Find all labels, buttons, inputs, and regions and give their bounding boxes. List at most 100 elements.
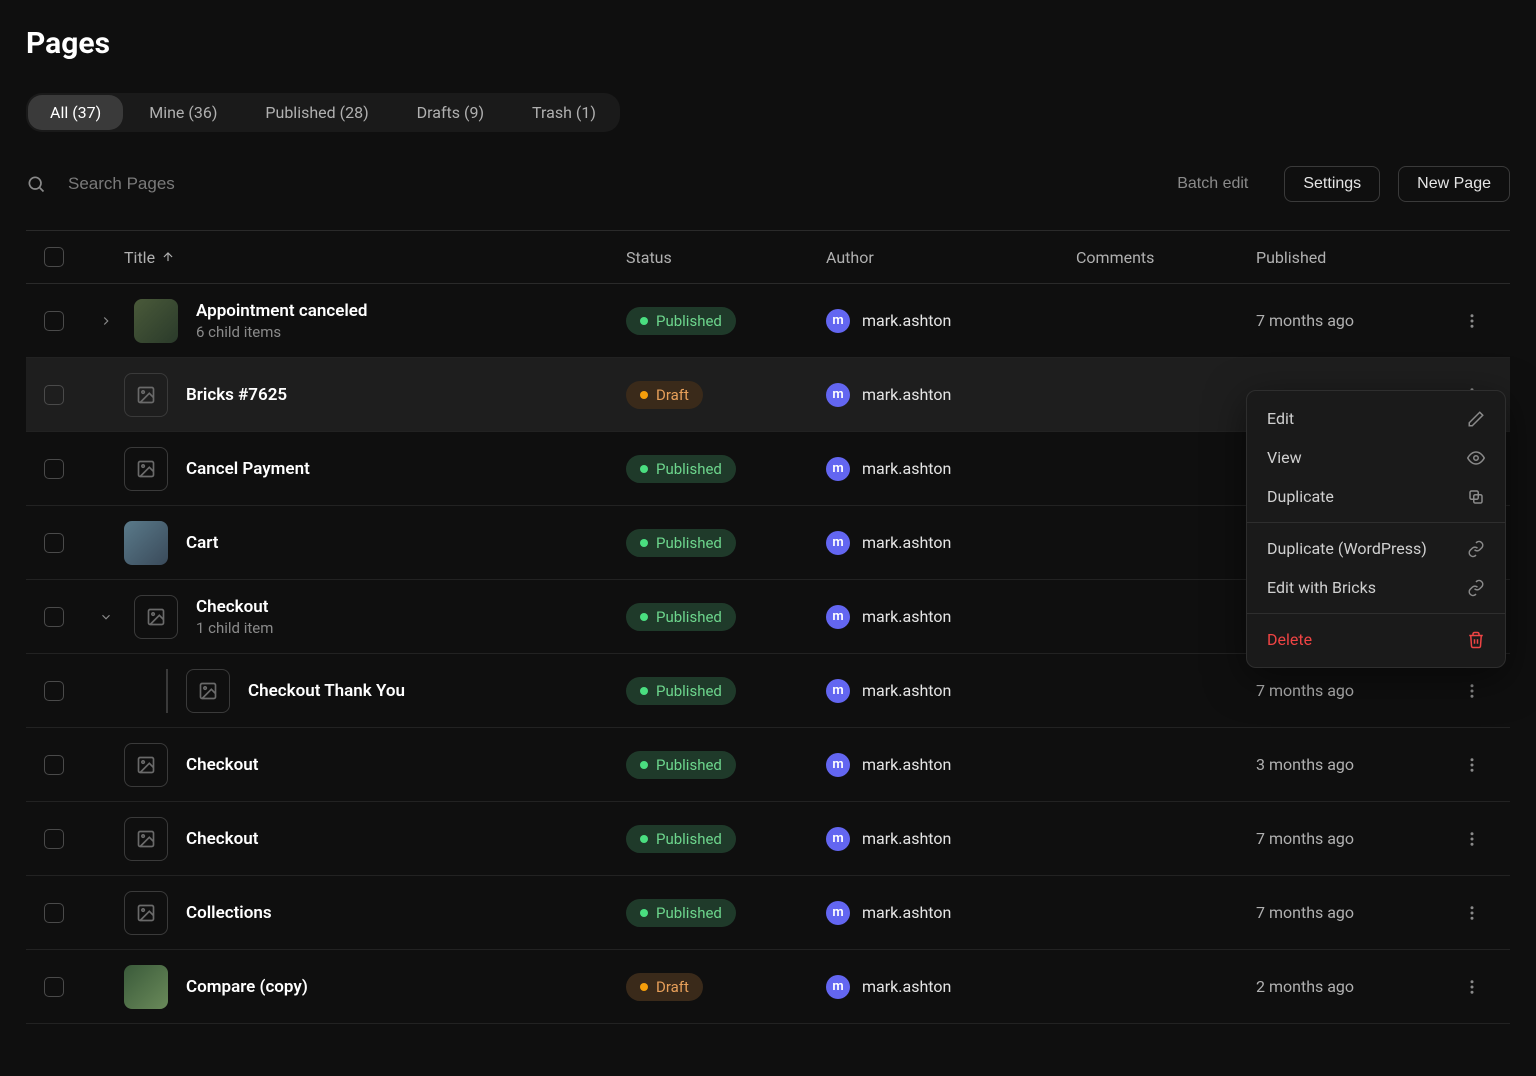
title-cell: Appointment canceled6 child items [86,299,626,343]
row-title: Checkout [186,829,258,849]
author-cell: mmark.ashton [826,679,1076,703]
col-comments[interactable]: Comments [1076,248,1256,267]
image-placeholder-icon [124,447,168,491]
title-cell: Checkout Thank You [86,669,626,713]
author-cell: mmark.ashton [826,753,1076,777]
status-badge: Published [626,529,736,557]
toolbar: Batch edit Settings New Page [26,166,1510,202]
trash-icon [1467,631,1485,649]
batch-edit-button[interactable]: Batch edit [1159,167,1266,201]
menu-edit-bricks[interactable]: Edit with Bricks [1247,568,1505,607]
page-thumbnail [124,521,168,565]
expand-toggle[interactable] [96,311,116,331]
row-checkbox[interactable] [44,311,64,331]
author-name: mark.ashton [862,459,951,478]
row-checkbox[interactable] [44,459,64,479]
menu-duplicate[interactable]: Duplicate [1247,477,1505,516]
published-cell: 7 months ago [1256,903,1456,922]
row-subtitle: 1 child item [196,619,273,637]
status-label: Draft [656,386,689,404]
status-dot-icon [640,465,648,473]
col-author[interactable]: Author [826,248,1076,267]
link-icon [1467,579,1485,597]
author-cell: mmark.ashton [826,457,1076,481]
status-label: Published [656,756,722,774]
tab-published[interactable]: Published (28) [243,95,390,130]
status-label: Draft [656,978,689,996]
row-title: Checkout [196,597,273,617]
row-checkbox[interactable] [44,977,64,997]
image-placeholder-icon [186,669,230,713]
status-label: Published [656,460,722,478]
row-more-button[interactable] [1456,971,1488,1003]
status-badge: Published [626,307,736,335]
published-cell: 3 months ago [1256,755,1456,774]
author-name: mark.ashton [862,903,951,922]
tab-trash[interactable]: Trash (1) [510,95,618,130]
menu-view[interactable]: View [1247,438,1505,477]
row-checkbox[interactable] [44,903,64,923]
author-name: mark.ashton [862,829,951,848]
status-badge: Draft [626,973,703,1001]
menu-edit-bricks-label: Edit with Bricks [1267,578,1376,597]
col-published[interactable]: Published [1256,248,1456,267]
row-more-button[interactable] [1456,823,1488,855]
col-title[interactable]: Title [86,248,626,267]
author-cell: mmark.ashton [826,827,1076,851]
menu-delete[interactable]: Delete [1247,620,1505,659]
status-badge: Published [626,825,736,853]
search-input[interactable] [68,174,1141,194]
row-more-button[interactable] [1456,749,1488,781]
avatar: m [826,309,850,333]
title-cell: Collections [86,891,626,935]
avatar: m [826,901,850,925]
author-cell: mmark.ashton [826,531,1076,555]
table-row[interactable]: Collections Published m mark.ashton 7 months… [26,876,1510,950]
image-placeholder-icon [124,743,168,787]
expand-toggle[interactable] [96,607,116,627]
status-label: Published [656,904,722,922]
eye-icon [1467,449,1485,467]
tab-mine[interactable]: Mine (36) [127,95,239,130]
row-title: Cancel Payment [186,459,310,479]
status-badge: Published [626,899,736,927]
table-row[interactable]: CheckoutPublishedmmark.ashton7 months ag… [26,802,1510,876]
row-checkbox[interactable] [44,681,64,701]
row-checkbox[interactable] [44,755,64,775]
row-checkbox[interactable] [44,607,64,627]
tab-drafts[interactable]: Drafts (9) [395,95,506,130]
menu-edit[interactable]: Edit [1247,399,1505,438]
tab-all[interactable]: All (37) [28,95,123,130]
row-more-button[interactable] [1456,305,1488,337]
menu-duplicate-wp[interactable]: Duplicate (WordPress) [1247,529,1505,568]
published-cell: 2 months ago [1256,977,1456,996]
row-checkbox[interactable] [44,385,64,405]
avatar: m [826,975,850,999]
table-row[interactable]: Appointment canceled6 child itemsPublish… [26,284,1510,358]
row-more-button[interactable] [1456,897,1488,929]
col-status[interactable]: Status [626,248,826,267]
status-label: Published [656,608,722,626]
row-title: Collections [186,903,272,923]
search-icon [26,174,46,194]
settings-button[interactable]: Settings [1284,166,1380,202]
row-context-menu: Edit View Duplicate Duplicate (WordPress… [1246,390,1506,668]
title-cell: Checkout [86,743,626,787]
table-row[interactable]: Compare (copy)Draftmmark.ashton2 months … [26,950,1510,1024]
status-dot-icon [640,613,648,621]
image-placeholder-icon [124,817,168,861]
copy-icon [1467,488,1485,506]
title-cell: Bricks #7625 [86,373,626,417]
row-title: Checkout Thank You [248,681,405,701]
pencil-icon [1467,410,1485,428]
menu-duplicate-wp-label: Duplicate (WordPress) [1267,539,1427,558]
author-name: mark.ashton [862,755,951,774]
row-checkbox[interactable] [44,829,64,849]
row-title: Appointment canceled [196,301,368,321]
select-all-checkbox[interactable] [44,247,64,267]
row-more-button[interactable] [1456,675,1488,707]
table-row[interactable]: Checkout Published mmark.ashton 3 months ag… [26,728,1510,802]
row-checkbox[interactable] [44,533,64,553]
new-page-button[interactable]: New Page [1398,166,1510,202]
avatar: m [826,605,850,629]
